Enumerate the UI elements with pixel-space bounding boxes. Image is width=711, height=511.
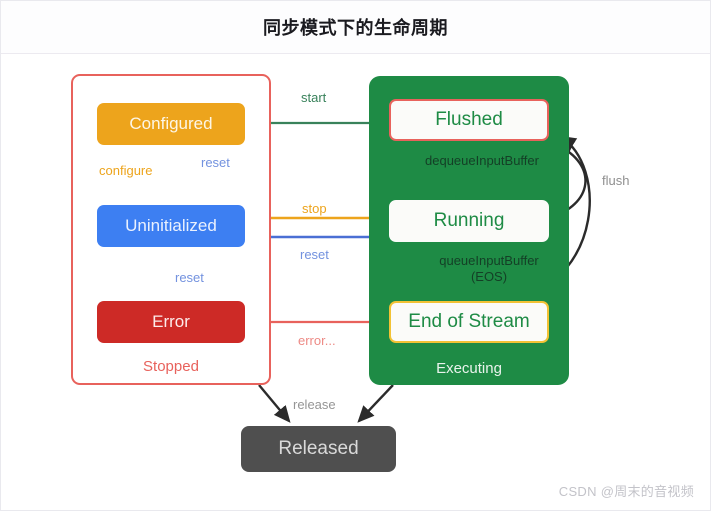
edge-label-error: error... <box>298 333 336 348</box>
state-node-uninitialized[interactable]: Uninitialized <box>97 205 245 247</box>
edge-label-configure: configure <box>99 163 153 178</box>
page-title: 同步模式下的生命周期 <box>263 18 448 38</box>
group-executing-label: Executing <box>436 360 502 377</box>
edge-label-queue-line2: (EOS) <box>470 268 508 284</box>
edge-label-queue-input-buffer: queueInputBuffer (EOS) <box>427 253 551 284</box>
state-node-running[interactable]: Running <box>389 200 549 242</box>
edge-label-stop: stop <box>302 201 327 216</box>
edge-label-reset-bottom: reset <box>175 270 204 285</box>
diagram-canvas: Stopped Executing Configured Uninitializ… <box>1 55 710 510</box>
state-node-error[interactable]: Error <box>97 301 245 343</box>
diagram-page: 同步模式下的生命周期 Stopped Executing Configured … <box>0 0 711 511</box>
edge-release-left <box>258 384 291 423</box>
watermark: CSDN @周末的音视频 <box>558 484 694 499</box>
state-node-released[interactable]: Released <box>241 426 396 472</box>
state-node-flushed[interactable]: Flushed <box>389 99 549 141</box>
edge-label-release: release <box>293 397 336 412</box>
edge-label-reset-mid: reset <box>300 247 329 262</box>
group-stopped-label: Stopped <box>143 358 199 375</box>
edge-label-dequeue-input-buffer: dequeueInputBuffer <box>425 153 539 168</box>
state-node-end-of-stream[interactable]: End of Stream <box>389 301 549 343</box>
edge-release-right <box>357 384 394 423</box>
state-node-configured[interactable]: Configured <box>97 103 245 145</box>
page-header: 同步模式下的生命周期 <box>1 1 710 54</box>
edge-label-queue-line1: queueInputBuffer <box>439 253 539 268</box>
edge-label-start: start <box>301 90 327 105</box>
edge-label-flush: flush <box>602 173 630 188</box>
edge-label-reset-top: reset <box>201 155 230 170</box>
